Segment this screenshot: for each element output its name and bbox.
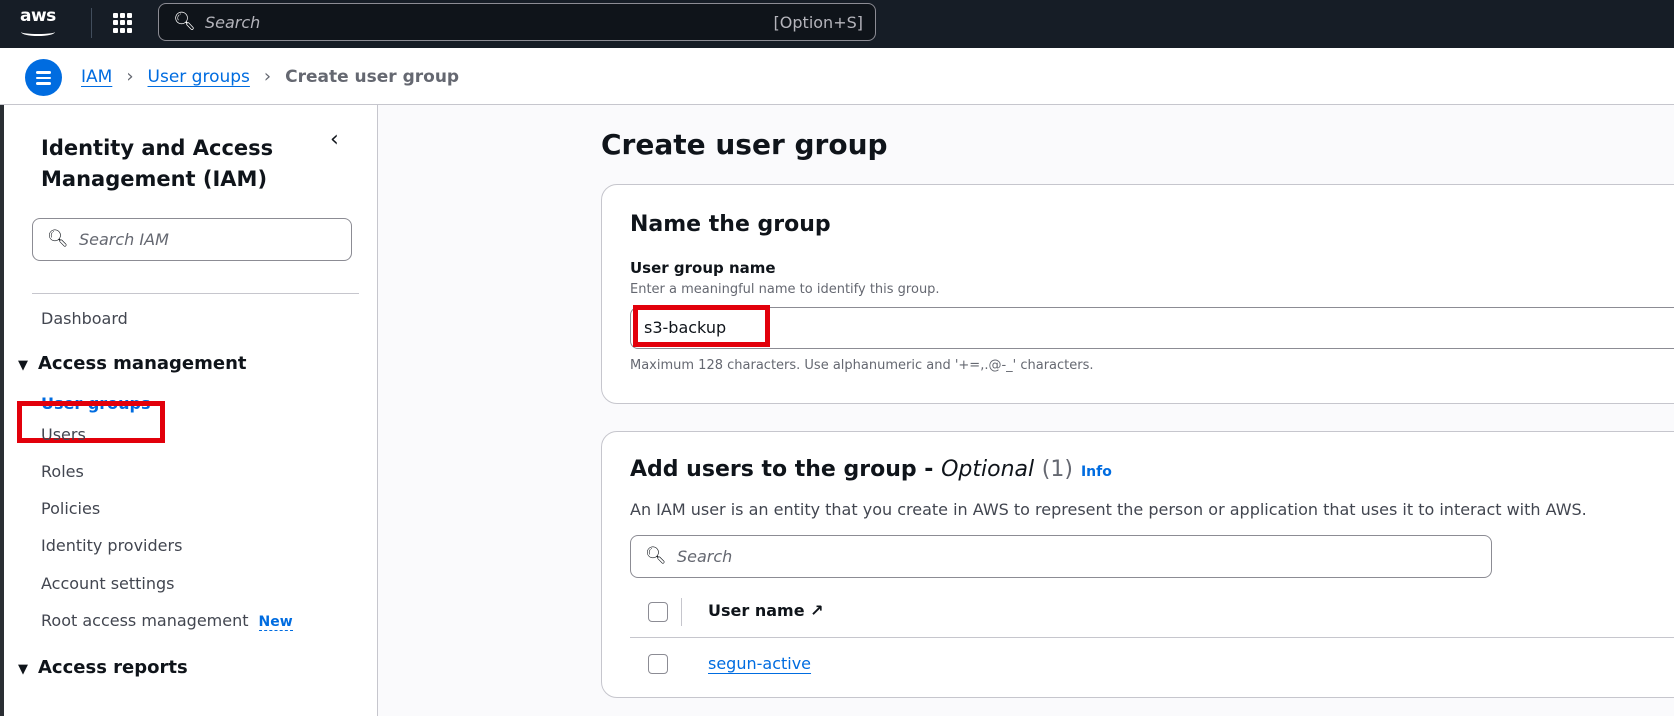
name-group-card: Name the group User group name Enter a m… [601,184,1674,404]
search-icon: 🔍︎ [645,546,667,566]
sidebar: Identity and Access Management (IAM) ‹ 🔍… [0,105,378,716]
breadcrumb-current: Create user group [285,66,460,87]
card-heading: Add users to the group - Optional (1) Inf… [630,457,1112,482]
section-label: Access reports [38,657,188,678]
search-placeholder: Search IAM [79,230,169,249]
info-link[interactable]: Info [1081,464,1112,480]
divider [630,637,1674,638]
section-access-management[interactable]: ▼ Access management [18,353,247,374]
sidebar-item-label: Root access management [41,611,249,630]
aws-logo-text: aws [20,6,56,26]
select-all-checkbox[interactable] [648,602,668,622]
header-label: User name [708,601,805,620]
breadcrumb-iam[interactable]: IAM [81,67,112,87]
aws-logo[interactable]: aws [20,6,56,36]
heading-text: Add users to the group - [630,457,942,482]
page-title: Create user group [601,128,888,161]
search-placeholder: Search [205,13,261,32]
optional-label: Optional [941,457,1035,482]
field-label: User group name [630,259,776,277]
top-navigation-bar: aws 🔍︎ Search [Option+S] [0,0,1674,48]
sidebar-item-identity-providers[interactable]: Identity providers [41,536,182,555]
sidebar-item-account-settings[interactable]: Account settings [41,574,175,593]
user-link[interactable]: segun-active [708,654,811,673]
new-badge: New [258,614,293,631]
row-checkbox[interactable] [648,654,668,674]
field-constraint: Maximum 128 characters. Use alphanumeric… [630,358,1094,373]
divider [91,8,92,38]
card-description: An IAM user is an entity that you create… [630,500,1587,519]
caret-down-icon: ▼ [18,662,28,677]
breadcrumb: IAM › User groups › Create user group [81,66,459,87]
highlight-box [633,305,770,347]
services-grid-icon[interactable] [113,13,133,33]
sidebar-item-users[interactable]: Users [41,425,86,444]
sidebar-item-roles[interactable]: Roles [41,462,84,481]
user-count: (1) [1041,457,1073,482]
users-search-input[interactable]: 🔍︎ Search [630,535,1492,578]
section-access-reports[interactable]: ▼ Access reports [18,657,188,678]
external-link-icon: ↗ [810,601,824,620]
breadcrumb-user-groups[interactable]: User groups [148,67,250,87]
add-users-card: Add users to the group - Optional (1) Inf… [601,431,1674,698]
highlight-box [17,401,165,443]
user-group-name-input[interactable]: s3-backup [630,307,1674,349]
section-label: Access management [38,353,247,374]
sidebar-item-policies[interactable]: Policies [41,499,100,518]
search-shortcut: [Option+S] [773,13,863,32]
card-heading: Name the group [630,212,831,237]
divider [32,293,359,294]
chevron-right-icon: › [263,66,272,87]
chevron-right-icon: › [126,66,134,87]
field-description: Enter a meaningful name to identify this… [630,282,940,297]
sidebar-item-root-access[interactable]: Root access management New [41,611,293,631]
sidebar-title: Identity and Access Management (IAM) [41,136,274,191]
global-search-input[interactable]: 🔍︎ Search [Option+S] [158,3,876,41]
breadcrumb-bar: IAM › User groups › Create user group [0,48,1674,105]
search-icon: 🔍︎ [47,229,69,249]
chevron-left-icon[interactable]: ‹ [330,127,339,152]
menu-button[interactable] [25,59,62,96]
search-placeholder: Search [677,547,733,566]
sidebar-search-input[interactable]: 🔍︎ Search IAM [32,218,352,261]
column-header-user-name[interactable]: User name ↗ [708,601,824,620]
caret-down-icon: ▼ [18,358,28,373]
search-icon: 🔍︎ [173,11,196,32]
sidebar-item-dashboard[interactable]: Dashboard [41,309,128,328]
column-divider [681,598,682,626]
